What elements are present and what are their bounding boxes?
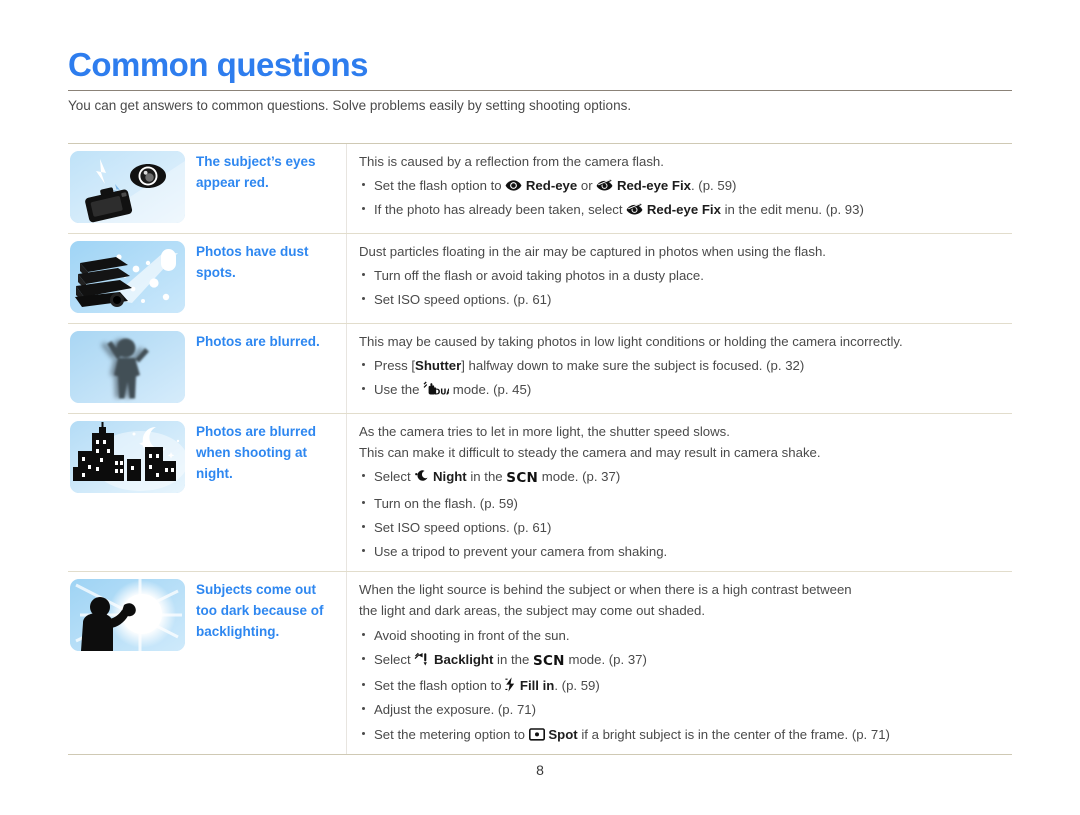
answer-bullet-item: Avoid shooting in front of the sun. — [359, 626, 1008, 645]
answer-bullet-item: Set the flash option to Red-eye or Red-e… — [359, 176, 1008, 195]
blurred-photo-illustration — [70, 331, 185, 403]
spot-metering-icon — [528, 727, 545, 741]
answer-bullet-item: Turn off the flash or avoid taking photo… — [359, 266, 1008, 285]
answer-bullet-item: If the photo has already been taken, sel… — [359, 200, 1008, 219]
question-illustration-cell — [68, 324, 191, 413]
answer-bullet-item: Set the flash option to Fill in. (p. 59) — [359, 676, 1008, 695]
answer-cell: When the light source is behind the subj… — [346, 572, 1012, 754]
page-number: 8 — [536, 762, 544, 778]
dust-spots-illustration — [70, 241, 185, 313]
scene-mode-icon: SCN — [506, 470, 539, 487]
answer-bullet-list: Set the flash option to Red-eye or Red-e… — [359, 176, 1008, 219]
svg-text:DUAL: DUAL — [434, 388, 449, 396]
red-eye-illustration — [70, 151, 185, 223]
emphasis-text: Fill in — [519, 678, 555, 694]
night-city-illustration — [70, 421, 185, 493]
page-title: Common questions — [68, 46, 369, 83]
answer-bullet-item: Select Night in the SCN mode. (p. 37) — [359, 467, 1008, 489]
answer-bullet-item: Use a tripod to prevent your camera from… — [359, 542, 1008, 561]
answer-bullet-item: Use the DUAL mode. (p. 45) — [359, 380, 1008, 399]
answer-bullet-item: Turn on the flash. (p. 59) — [359, 494, 1008, 513]
night-mode-icon — [414, 470, 429, 483]
backlighting-illustration — [70, 579, 185, 652]
answer-cell: This is caused by a reflection from the … — [346, 144, 1012, 233]
answer-lead-line: As the camera tries to let in more light… — [359, 424, 730, 439]
table-row: Photos have dust spots. Dust particles fl… — [68, 234, 1012, 324]
table-row: The subject’s eyes appear red. This is ca… — [68, 144, 1012, 234]
table-row: Photos are blurred. This may be caused by… — [68, 324, 1012, 414]
answer-bullet-list: Turn off the flash or avoid taking photo… — [359, 266, 1008, 309]
answer-bullet-list: Avoid shooting in front of the sun. Selec… — [359, 626, 1008, 744]
emphasis-text: Night — [433, 469, 467, 485]
question-label: The subject’s eyes appear red. — [196, 154, 316, 190]
manual-page: Common questions You can get answers to … — [0, 0, 1080, 815]
answer-cell: As the camera tries to let in more light… — [346, 414, 1012, 572]
answer-bullet-item: Adjust the exposure. (p. 71) — [359, 700, 1008, 719]
redeye-fix-icon — [626, 203, 643, 216]
dual-is-icon: DUAL — [423, 381, 449, 396]
redeye-icon — [505, 179, 522, 192]
scene-mode-icon: SCN — [532, 652, 565, 669]
answer-cell: Dust particles floating in the air may b… — [346, 234, 1012, 323]
answer-lead-line: This is caused by a reflection from the … — [359, 154, 664, 169]
answer-lead-line: This may be caused by taking photos in l… — [359, 334, 903, 349]
title-rule — [68, 90, 1012, 91]
answer-bullet-item: Set ISO speed options. (p. 61) — [359, 518, 1008, 537]
table-row: Subjects come out too dark because of ba… — [68, 572, 1012, 755]
common-questions-table: The subject’s eyes appear red. This is ca… — [68, 143, 1012, 755]
answer-lead-line: When the light source is behind the subj… — [359, 582, 852, 598]
question-illustration-cell — [68, 144, 191, 233]
question-label: Photos are blurred. — [196, 334, 320, 349]
question-illustration-cell — [68, 234, 191, 323]
answer-bullet-item: Set ISO speed options. (p. 61) — [359, 290, 1008, 309]
table-row: Photos are blurred when shooting at nigh… — [68, 414, 1012, 573]
emphasis-text: Spot — [548, 726, 578, 742]
answer-bullet-list: Select Night in the SCN mode. (p. 37) Tur… — [359, 467, 1008, 561]
answer-bullet-list: Press [Shutter] halfway down to make sur… — [359, 356, 1008, 399]
question-label: Photos have dust spots. — [196, 244, 309, 280]
intro-text: You can get answers to common questions.… — [68, 98, 632, 113]
answer-lead-line: the light and dark areas, the subject ma… — [359, 603, 706, 619]
answer-lead-line: This can make it difficult to steady the… — [359, 445, 821, 461]
answer-cell: This may be caused by taking photos in l… — [346, 324, 1012, 413]
question-illustration-cell — [68, 414, 191, 571]
emphasis-text: Red-eye — [525, 178, 578, 194]
question-illustration-cell — [68, 572, 191, 753]
emphasis-text: Red-eye Fix — [646, 202, 721, 218]
answer-bullet-item: Select Backlight in the SCN mode. (p. 37… — [359, 650, 1008, 672]
answer-lead-line: Dust particles floating in the air may b… — [359, 244, 826, 259]
backlight-icon — [414, 652, 430, 666]
redeye-fix-icon — [596, 179, 613, 192]
answer-bullet-item: Press [Shutter] halfway down to make sur… — [359, 356, 1008, 375]
answer-bullet-item: Set the metering option to Spot if a bri… — [359, 725, 1008, 744]
question-label: Subjects come out too dark because of ba… — [196, 582, 324, 640]
emphasis-text: Backlight — [434, 651, 494, 667]
emphasis-text: Red-eye Fix — [616, 178, 691, 194]
question-label: Photos are blurred when shooting at nigh… — [196, 424, 317, 481]
emphasis-text: Shutter — [415, 358, 462, 374]
fill-in-flash-icon — [505, 677, 516, 692]
